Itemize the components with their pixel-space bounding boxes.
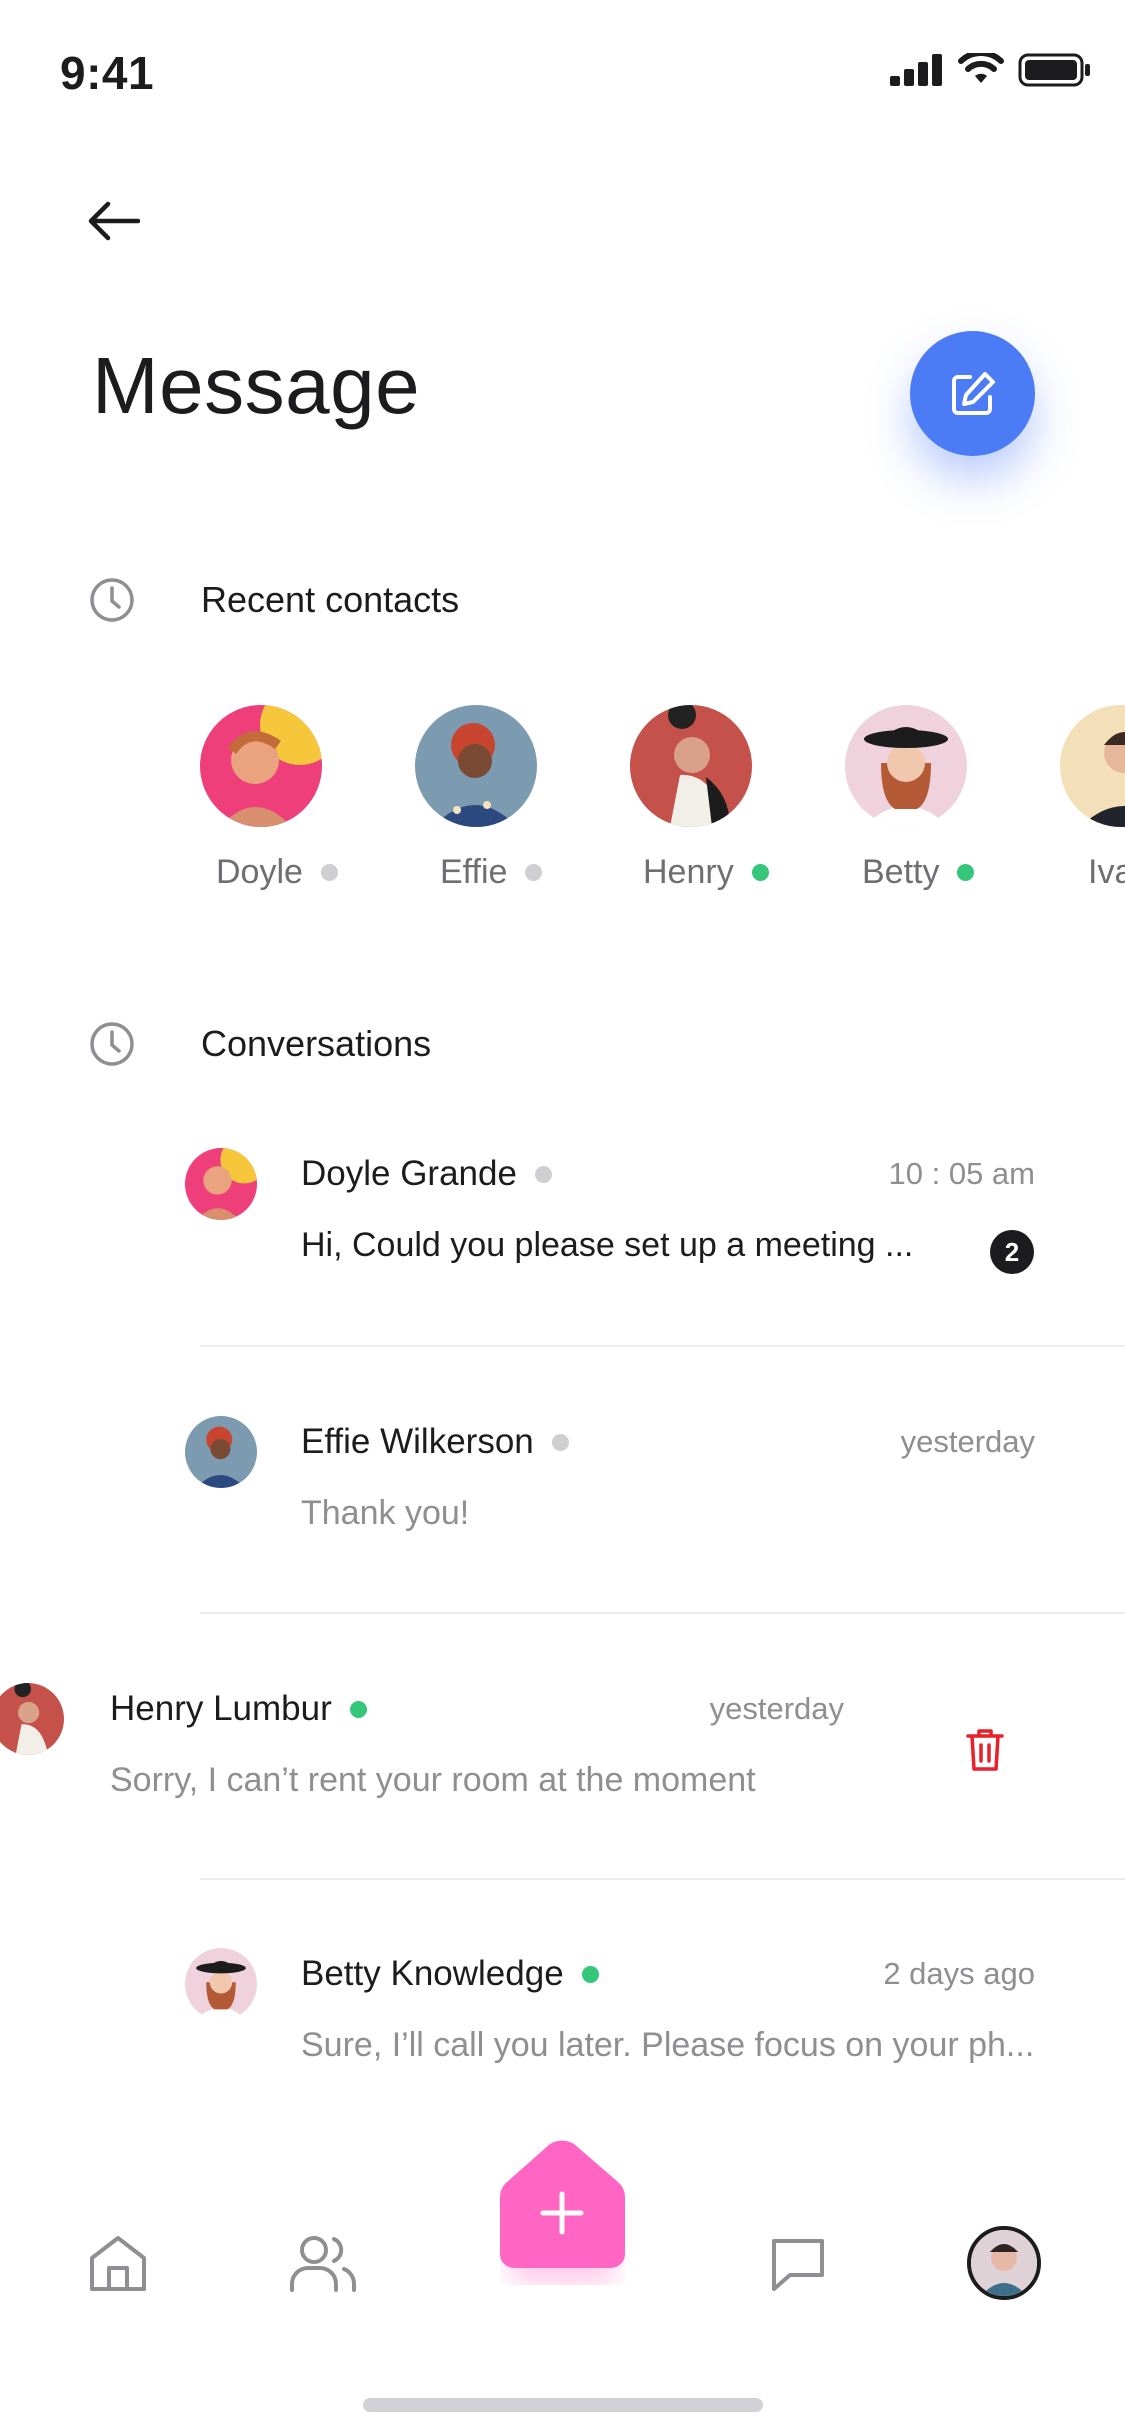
conversation-name: Henry Lumbur [110,1689,332,1728]
avatar [1060,705,1125,827]
avatar [185,1948,257,2020]
contact-name: Iva [1088,853,1125,891]
wifi-icon [958,53,1004,83]
conversation-name: Effie Wilkerson [301,1422,534,1461]
recent-contacts-list: Doyle Effie Henry Betty Iva [200,705,1125,905]
trash-icon [966,1729,1004,1771]
conversation-preview: Sorry, I can’t rent your room at the mom… [110,1761,756,1799]
nav-home[interactable] [80,2225,155,2300]
conversation-time: 10 : 05 am [888,1156,1035,1191]
add-button[interactable] [500,2140,625,2285]
nav-messages[interactable] [760,2225,835,2300]
recent-contacts-header: Recent contacts [88,576,459,624]
conversation-item-effie[interactable]: Effie Wilkerson yesterday Thank you! [0,1416,1125,1566]
delete-button[interactable] [960,1722,1010,1778]
divider [200,1345,1125,1347]
home-icon [89,2235,146,2291]
recent-contact-betty[interactable]: Betty [845,705,1045,891]
conversations-label: Conversations [201,1023,432,1064]
nav-profile[interactable] [967,2226,1041,2300]
conversation-preview: Thank you! [301,1494,470,1532]
status-dot [349,1700,367,1718]
avatar [185,1416,257,1488]
conversation-item-betty[interactable]: Betty Knowledge 2 days ago Sure, I’ll ca… [0,1948,1125,2098]
conversation-time: yesterday [900,1424,1035,1459]
avatar [185,1148,257,1220]
conversation-name: Doyle Grande [301,1154,517,1193]
conversation-item-henry[interactable]: Henry Lumbur yesterday Sorry, I can’t re… [0,1683,900,1833]
conversations-header: Conversations [88,1020,431,1068]
edit-icon [951,371,995,415]
contact-name: Betty [862,853,940,891]
status-dot [534,1165,552,1183]
nav-contacts[interactable] [285,2225,360,2300]
divider [200,1878,1125,1880]
users-icon [289,2235,356,2292]
conversation-item-doyle[interactable]: Doyle Grande 10 : 05 am Hi, Could you pl… [0,1148,1125,1298]
back-button[interactable] [84,196,144,246]
avatar [630,705,752,827]
cellular-signal-icon [890,54,942,86]
arrow-left-icon [88,201,140,241]
clock-icon [90,578,134,622]
avatar [200,705,322,827]
conversation-name: Betty Knowledge [301,1954,564,1993]
status-icons [890,53,1092,87]
avatar [415,705,537,827]
status-dot [751,864,769,881]
page-title: Message [92,341,421,430]
avatar [845,705,967,827]
home-indicator [363,2398,763,2412]
recent-contact-effie[interactable]: Effie [415,705,615,891]
divider [200,1612,1125,1614]
conversation-preview: Sure, I’ll call you later. Please focus … [301,2026,1035,2064]
conversation-time: yesterday [709,1691,844,1726]
status-dot [320,864,338,881]
battery-icon [1018,53,1090,87]
clock-icon [90,1022,134,1066]
avatar [0,1683,64,1755]
status-dot [551,1433,569,1451]
recent-contacts-label: Recent contacts [201,579,460,620]
recent-contact-doyle[interactable]: Doyle [200,705,400,891]
status-dot [581,1965,599,1983]
chat-icon [771,2238,824,2291]
conversation-preview: Hi, Could you please set up a meeting ..… [301,1226,914,1264]
contact-name: Henry [643,853,734,891]
contact-name: Effie [440,853,508,891]
status-dot [957,864,975,881]
contact-name: Doyle [216,853,303,891]
recent-contact-iva[interactable]: Iva [1060,705,1125,891]
compose-button[interactable] [910,331,1035,456]
recent-contact-henry[interactable]: Henry [630,705,830,891]
avatar [971,2230,1037,2296]
status-dot [525,864,543,881]
unread-badge: 2 [990,1230,1034,1274]
conversation-time: 2 days ago [883,1956,1035,1991]
status-time: 9:41 [60,47,155,99]
